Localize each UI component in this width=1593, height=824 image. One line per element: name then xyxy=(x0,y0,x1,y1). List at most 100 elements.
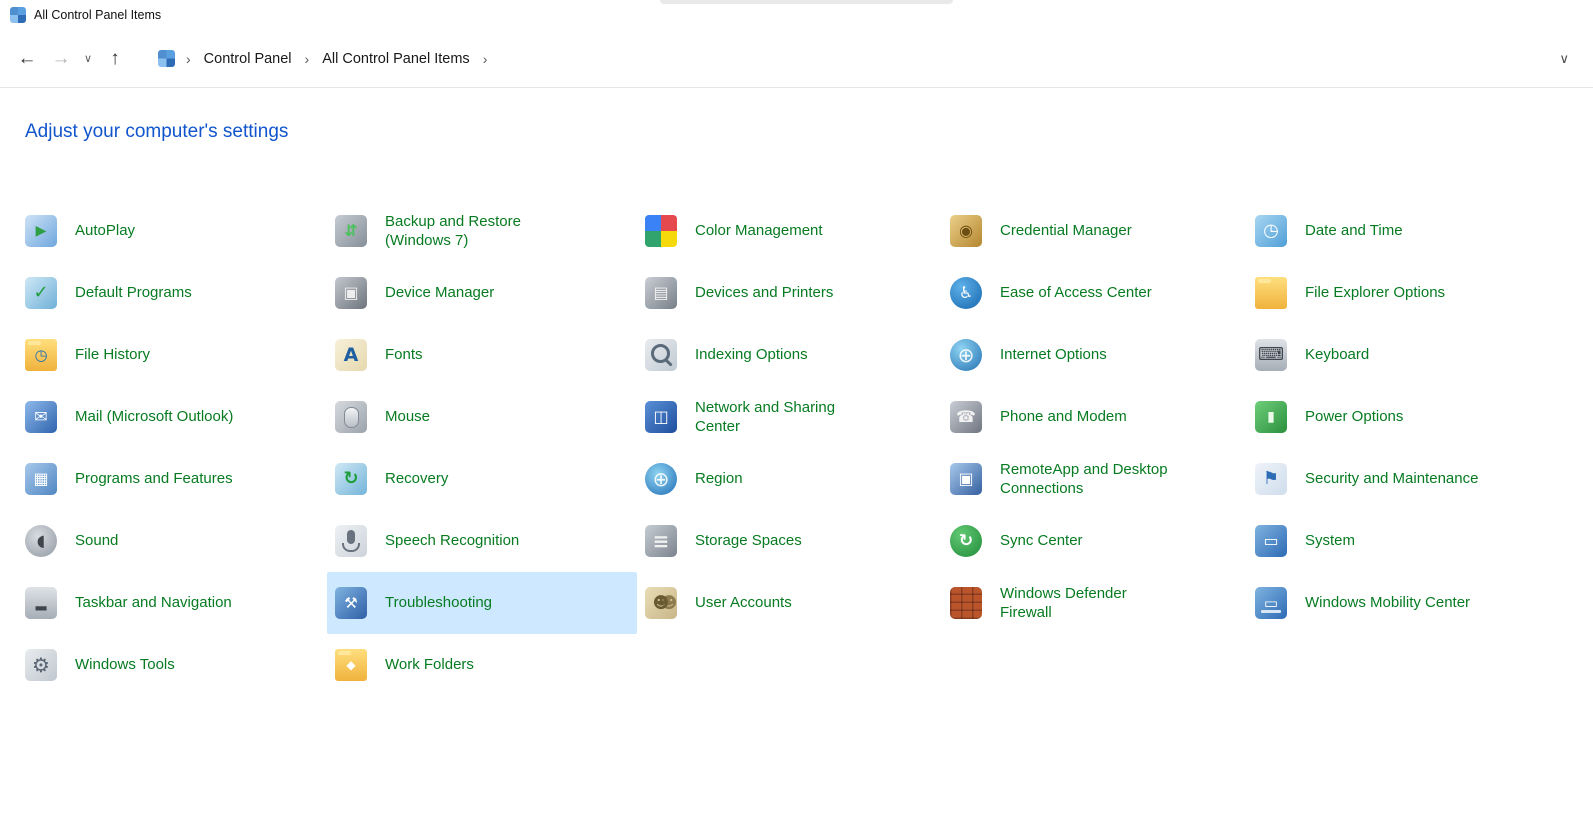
control-panel-item[interactable]: Credential Manager xyxy=(942,200,1247,262)
breadcrumb-separator-icon: › xyxy=(184,51,193,67)
control-panel-item[interactable]: Color Management xyxy=(637,200,942,262)
control-panel-item[interactable]: Storage Spaces xyxy=(637,510,942,572)
control-panel-item[interactable]: System xyxy=(1247,510,1557,572)
control-panel-item[interactable]: File Explorer Options xyxy=(1247,262,1557,324)
windows-defender-firewall-icon xyxy=(950,587,982,619)
control-panel-item[interactable]: Troubleshooting xyxy=(327,572,637,634)
items-grid: AutoPlay Backup and Restore (Windows 7) … xyxy=(17,200,1557,696)
control-panel-item[interactable]: Mouse xyxy=(327,386,637,448)
windows-mobility-center-icon xyxy=(1255,587,1287,619)
control-panel-item[interactable]: Keyboard xyxy=(1247,324,1557,386)
control-panel-icon[interactable] xyxy=(158,50,175,67)
device-manager-icon xyxy=(335,277,367,309)
control-panel-item[interactable]: Work Folders xyxy=(327,634,637,696)
control-panel-item[interactable]: RemoteApp and Desktop Connections xyxy=(942,448,1247,510)
titlebar: All Control Panel Items xyxy=(0,0,1593,30)
control-panel-item[interactable]: Device Manager xyxy=(327,262,637,324)
item-label: Date and Time xyxy=(1305,221,1403,241)
control-panel-item[interactable]: Power Options xyxy=(1247,386,1557,448)
item-label: Devices and Printers xyxy=(695,283,833,303)
credential-manager-icon xyxy=(950,215,982,247)
item-label: Internet Options xyxy=(1000,345,1107,365)
item-label: Storage Spaces xyxy=(695,531,802,551)
item-label: Windows Tools xyxy=(75,655,175,675)
indexing-options-icon xyxy=(645,339,677,371)
mouse-icon xyxy=(335,401,367,433)
forward-button[interactable]: → xyxy=(44,42,78,76)
address-dropdown-chevron-icon[interactable]: ∨ xyxy=(1549,51,1579,67)
power-options-icon xyxy=(1255,401,1287,433)
breadcrumb-control-panel[interactable]: Control Panel xyxy=(196,47,300,71)
file-history-icon xyxy=(25,339,57,371)
item-label: AutoPlay xyxy=(75,221,135,241)
control-panel-item[interactable]: Internet Options xyxy=(942,324,1247,386)
control-panel-item[interactable]: Date and Time xyxy=(1247,200,1557,262)
back-button[interactable]: ← xyxy=(10,42,44,76)
control-panel-item[interactable]: Speech Recognition xyxy=(327,510,637,572)
control-panel-item[interactable]: Region xyxy=(637,448,942,510)
work-folders-icon xyxy=(335,649,367,681)
item-label: Fonts xyxy=(385,345,423,365)
item-label: Security and Maintenance xyxy=(1305,469,1478,489)
up-button[interactable]: ↑ xyxy=(98,42,132,76)
control-panel-icon xyxy=(10,7,26,23)
phone-and-modem-icon xyxy=(950,401,982,433)
region-icon xyxy=(645,463,677,495)
user-accounts-icon xyxy=(645,587,677,619)
date-and-time-icon xyxy=(1255,215,1287,247)
control-panel-item[interactable]: Windows Mobility Center xyxy=(1247,572,1557,634)
item-label: Phone and Modem xyxy=(1000,407,1127,427)
item-label: Power Options xyxy=(1305,407,1403,427)
system-icon xyxy=(1255,525,1287,557)
breadcrumb-separator-icon: › xyxy=(481,51,490,67)
control-panel-item[interactable]: Fonts xyxy=(327,324,637,386)
control-panel-item[interactable]: Phone and Modem xyxy=(942,386,1247,448)
control-panel-item[interactable]: Backup and Restore (Windows 7) xyxy=(327,200,637,262)
item-label: Mouse xyxy=(385,407,430,427)
control-panel-item[interactable]: Mail (Microsoft Outlook) xyxy=(17,386,327,448)
taskbar-and-navigation-icon xyxy=(25,587,57,619)
breadcrumb-all-control-panel-items[interactable]: All Control Panel Items xyxy=(314,47,477,71)
autoplay-icon xyxy=(25,215,57,247)
item-label: User Accounts xyxy=(695,593,792,613)
item-label: Windows Mobility Center xyxy=(1305,593,1470,613)
control-panel-item[interactable]: Programs and Features xyxy=(17,448,327,510)
item-label: Default Programs xyxy=(75,283,192,303)
item-label: Work Folders xyxy=(385,655,474,675)
item-label: Indexing Options xyxy=(695,345,808,365)
control-panel-item[interactable]: Sync Center xyxy=(942,510,1247,572)
control-panel-item[interactable]: User Accounts xyxy=(637,572,942,634)
item-label: Backup and Restore (Windows 7) xyxy=(385,212,565,251)
ease-of-access-icon xyxy=(950,277,982,309)
control-panel-item[interactable]: Devices and Printers xyxy=(637,262,942,324)
control-panel-item[interactable]: Default Programs xyxy=(17,262,327,324)
item-label: Network and Sharing Center xyxy=(695,398,875,437)
item-label: Keyboard xyxy=(1305,345,1369,365)
control-panel-item[interactable]: Recovery xyxy=(327,448,637,510)
default-programs-icon xyxy=(25,277,57,309)
control-panel-item[interactable]: Windows Defender Firewall xyxy=(942,572,1247,634)
control-panel-item[interactable]: Windows Tools xyxy=(17,634,327,696)
internet-options-icon xyxy=(950,339,982,371)
control-panel-item[interactable]: Taskbar and Navigation xyxy=(17,572,327,634)
recovery-icon xyxy=(335,463,367,495)
control-panel-item[interactable]: Security and Maintenance xyxy=(1247,448,1557,510)
control-panel-item[interactable]: Network and Sharing Center xyxy=(637,386,942,448)
control-panel-item[interactable]: Indexing Options xyxy=(637,324,942,386)
item-label: Sound xyxy=(75,531,118,551)
backup-and-restore-icon xyxy=(335,215,367,247)
control-panel-item[interactable]: Ease of Access Center xyxy=(942,262,1247,324)
item-label: File Explorer Options xyxy=(1305,283,1445,303)
address-bar[interactable]: › Control Panel › All Control Panel Item… xyxy=(154,40,1579,78)
window-title: All Control Panel Items xyxy=(34,8,161,22)
control-panel-item[interactable]: Sound xyxy=(17,510,327,572)
item-label: Taskbar and Navigation xyxy=(75,593,232,613)
control-panel-item[interactable]: File History xyxy=(17,324,327,386)
control-panel-item[interactable]: AutoPlay xyxy=(17,200,327,262)
item-label: Mail (Microsoft Outlook) xyxy=(75,407,233,427)
item-label: Credential Manager xyxy=(1000,221,1132,241)
recent-locations-chevron-icon[interactable]: ∨ xyxy=(78,42,98,76)
item-label: Recovery xyxy=(385,469,448,489)
top-edge-artifact xyxy=(660,0,953,4)
item-label: File History xyxy=(75,345,150,365)
